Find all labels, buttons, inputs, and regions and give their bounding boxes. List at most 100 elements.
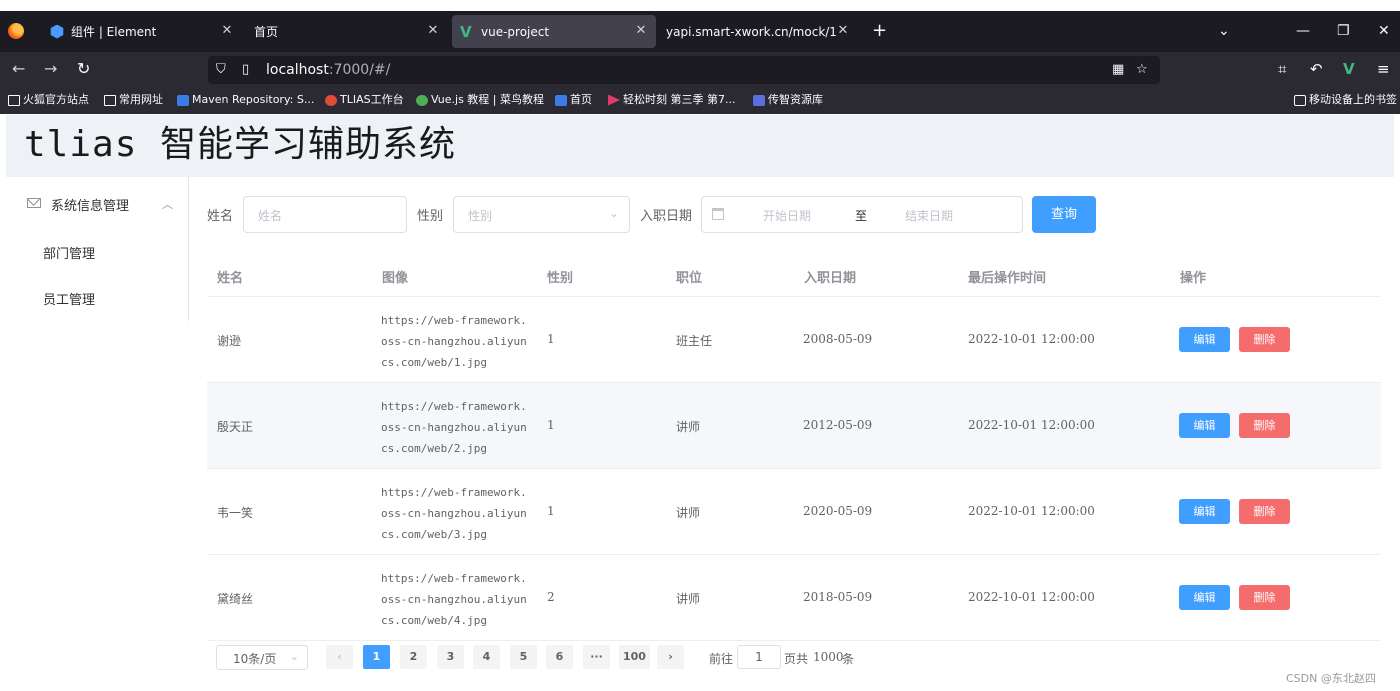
page-icon[interactable]: ▯ [242,62,249,78]
cell-gender: 1 [547,504,555,518]
url-text[interactable]: localhost:7000/#/ [266,62,390,78]
employee-table: 姓名 图像 性别 职位 入职日期 最后操作时间 操作 谢逊 https://we… [207,255,1381,641]
forward-arrow-icon[interactable]: → [44,60,57,78]
url-bar[interactable]: ⛉ ▯ localhost:7000/#/ ▦ ☆ [208,56,1160,84]
page-button[interactable]: 3 [437,645,464,669]
bookmark-item[interactable]: Vue.js 教程 | 菜鸟教程 [416,93,544,107]
edit-button[interactable]: 编辑 [1179,585,1230,610]
sidebar-item-dept[interactable]: 部门管理 [6,231,188,271]
restore-icon[interactable]: ❐ [1337,21,1350,41]
page-size-select[interactable]: 10条/页 ⌄ [216,645,308,670]
tab-vue-project[interactable]: V vue-project ✕ [452,15,656,48]
tab-home[interactable]: 首页 ✕ [248,11,448,52]
page-button[interactable]: 100 [619,645,650,669]
delete-button[interactable]: 删除 [1239,585,1290,610]
cell-entry-date: 2012-05-09 [803,418,873,432]
cell-job: 讲师 [676,506,701,520]
mobile-icon [1294,94,1306,106]
menu-group-system-info[interactable]: 系统信息管理 ︿ [6,183,188,223]
back-arrow-icon[interactable]: ← [12,60,25,78]
table-row: 韦一笑 https://web-framework. oss-cn-hangzh… [207,469,1381,555]
image-url-line: oss-cn-hangzhou.aliyun [381,507,527,520]
bookmark-label: Maven Repository: S... [192,93,315,106]
end-date-input[interactable]: 结束日期 [905,207,953,224]
bookmark-item[interactable]: Maven Repository: S... [177,93,314,107]
cell-image-url: https://web-framework. oss-cn-hangzhou.a… [381,310,531,373]
close-icon[interactable]: ✕ [426,24,440,38]
page-button[interactable]: 2 [400,645,427,669]
gender-label: 性别 [417,209,444,224]
bookmark-label: 首页 [570,93,592,106]
page-button[interactable]: 5 [510,645,537,669]
image-url-line: https://web-framework. [381,400,527,413]
entry-date-label: 入职日期 [640,209,693,224]
name-input[interactable]: 姓名 [243,196,407,233]
resource-icon [753,94,765,106]
shield-icon[interactable]: ⛉ [216,62,226,78]
delete-button[interactable]: 删除 [1239,499,1290,524]
name-label: 姓名 [207,209,234,224]
query-button[interactable]: 查询 [1032,196,1096,233]
bookmark-item[interactable]: TLIAS工作台 [325,93,404,107]
undo-icon[interactable]: ↶ [1310,60,1323,78]
image-url-line: cs.com/web/2.jpg [381,442,487,455]
qr-code-icon[interactable]: ▦ [1112,62,1124,78]
vue-icon: V [460,22,472,41]
page-button[interactable]: 1 [363,645,390,669]
image-url-line: cs.com/web/3.jpg [381,528,487,541]
close-icon[interactable]: ✕ [836,24,850,38]
image-url-line: https://web-framework. [381,572,527,585]
delete-button[interactable]: 删除 [1239,327,1290,352]
sidebar-item-employee[interactable]: 员工管理 [6,277,188,317]
bookmarks-bar: 火狐官方站点 常用网址 Maven Repository: S... TLIAS… [0,88,1400,114]
bookmark-item[interactable]: 火狐官方站点 [8,93,89,107]
tab-element[interactable]: 组件 | Element ✕ [44,11,242,52]
gender-select[interactable]: 性别 ⌄ [453,196,630,233]
chevron-down-icon: ⌄ [608,206,619,220]
bookmark-label: 移动设备上的书签 [1309,93,1397,106]
prev-page-button[interactable]: ‹ [326,645,353,669]
crop-icon[interactable]: ⌗ [1278,60,1286,78]
cell-job: 讲师 [676,420,701,434]
folder-icon [8,94,20,106]
column-header: 图像 [382,271,409,286]
close-icon[interactable]: ✕ [634,24,648,38]
sidebar-menu: 系统信息管理 ︿ 部门管理 员工管理 [6,177,189,321]
tab-list-chevron-icon[interactable]: ⌄ [1218,21,1230,41]
reload-icon[interactable]: ↻ [77,60,90,78]
bookmark-item[interactable]: 常用网址 [104,93,163,107]
tab-title: 首页 [254,25,279,39]
cell-update-time: 2022-10-01 12:00:00 [968,332,1095,346]
edit-button[interactable]: 编辑 [1179,413,1230,438]
bookmark-item[interactable]: 轻松时刻 第三季 第7... [608,93,735,107]
minimize-icon[interactable]: — [1296,21,1310,41]
url-host: localhost [266,62,329,78]
folder-icon [104,94,116,106]
cell-image-url: https://web-framework. oss-cn-hangzhou.a… [381,396,531,459]
image-url-line: cs.com/web/1.jpg [381,356,487,369]
next-page-button[interactable]: › [657,645,684,669]
tab-yapi[interactable]: yapi.smart-xwork.cn/mock/1693 ✕ [660,11,858,52]
hamburger-menu-icon[interactable]: ≡ [1377,60,1390,78]
new-tab-plus-icon[interactable]: + [872,21,887,41]
edit-button[interactable]: 编辑 [1179,327,1230,352]
window-close-icon[interactable]: ✕ [1378,21,1390,41]
cell-job: 讲师 [676,592,701,606]
goto-page-input[interactable]: 1 [737,645,781,669]
bookmark-item[interactable]: 传智资源库 [753,93,823,107]
entry-date-range-picker[interactable]: 开始日期 至 结束日期 [701,196,1023,233]
edit-button[interactable]: 编辑 [1179,499,1230,524]
page-button[interactable]: 4 [473,645,500,669]
delete-button[interactable]: 删除 [1239,413,1290,438]
vue-devtools-icon[interactable]: V [1343,60,1355,78]
column-header: 最后操作时间 [968,271,1047,286]
image-url-line: oss-cn-hangzhou.aliyun [381,593,527,606]
bookmark-item[interactable]: 首页 [555,93,592,107]
bookmark-star-icon[interactable]: ☆ [1136,62,1148,78]
start-date-input[interactable]: 开始日期 [763,207,811,224]
more-pages-button[interactable]: ··· [583,645,610,669]
mobile-bookmarks[interactable]: 移动设备上的书签 [1294,93,1397,107]
close-icon[interactable]: ✕ [220,24,234,38]
page-button[interactable]: 6 [546,645,573,669]
firefox-menu-icon[interactable] [8,23,24,39]
